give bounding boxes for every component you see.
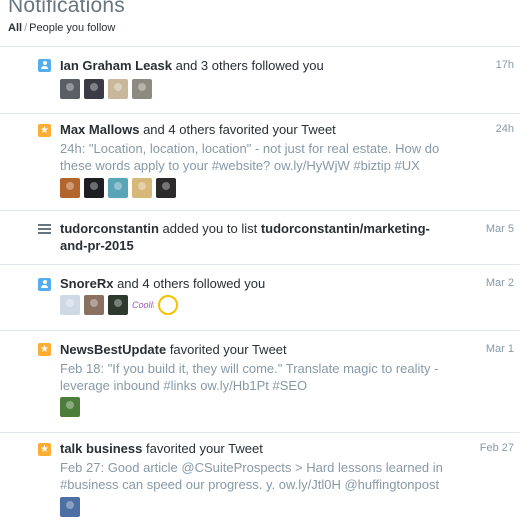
- notification-item[interactable]: ★ Max Mallows and 4 others favorited you…: [0, 113, 520, 211]
- notification-text-continued: and-pr-2015: [60, 238, 134, 253]
- notification-text: NewsBestUpdate favorited your Tweet: [60, 342, 287, 357]
- star-icon: ★: [38, 124, 51, 137]
- actor-name-link[interactable]: Max Mallows: [60, 122, 139, 137]
- list-icon: [38, 223, 51, 236]
- notification-action: favorited your Tweet: [166, 342, 287, 357]
- actor-name-link[interactable]: tudorconstantin: [60, 221, 159, 236]
- notification-action: and 4 others followed you: [113, 276, 266, 291]
- filter-people-you-follow-link[interactable]: People you follow: [29, 22, 115, 34]
- avatar-row: [60, 497, 84, 517]
- avatar[interactable]: [108, 178, 128, 198]
- avatar[interactable]: [158, 295, 178, 315]
- avatar[interactable]: [60, 79, 80, 99]
- page-title: Notifications: [8, 0, 125, 17]
- avatar-row: CoolIt: [60, 295, 182, 315]
- actor-name-link[interactable]: Ian Graham Leask: [60, 58, 172, 73]
- tweet-text[interactable]: 24h: "Location, location, location" - no…: [60, 140, 460, 174]
- notification-action: and 4 others favorited your Tweet: [139, 122, 336, 137]
- notification-action: favorited your Tweet: [142, 441, 263, 456]
- avatar[interactable]: [84, 295, 104, 315]
- avatar[interactable]: [156, 178, 176, 198]
- star-icon: ★: [38, 343, 51, 356]
- actor-name-link[interactable]: SnoreRx: [60, 276, 113, 291]
- avatar-row: [60, 79, 156, 99]
- actor-name-link[interactable]: NewsBestUpdate: [60, 342, 166, 357]
- notification-text: Ian Graham Leask and 3 others followed y…: [60, 58, 324, 73]
- timestamp[interactable]: Feb 27: [480, 442, 514, 454]
- notification-text: tudorconstantin added you to list tudorc…: [60, 221, 430, 236]
- notification-text: talk business favorited your Tweet: [60, 441, 263, 456]
- notification-filter: All / People you follow: [8, 22, 115, 34]
- page-header: Notifications All / People you follow: [0, 0, 520, 46]
- notification-item[interactable]: ★ talk business favorited your Tweet Feb…: [0, 432, 520, 523]
- avatar[interactable]: [60, 295, 80, 315]
- actor-name-link[interactable]: talk business: [60, 441, 142, 456]
- timestamp[interactable]: 24h: [496, 123, 514, 135]
- avatar-row: [60, 178, 180, 198]
- avatar[interactable]: [84, 178, 104, 198]
- avatar[interactable]: [84, 79, 104, 99]
- avatar[interactable]: [108, 295, 128, 315]
- filter-all-link[interactable]: All: [8, 22, 22, 34]
- avatar[interactable]: CoolIt: [132, 295, 154, 315]
- timestamp[interactable]: Mar 1: [486, 343, 514, 355]
- person-icon: [38, 59, 51, 72]
- avatar[interactable]: [132, 178, 152, 198]
- list-name-link[interactable]: and-pr-2015: [60, 238, 134, 253]
- notification-action: added you to list: [158, 221, 261, 236]
- notification-item[interactable]: SnoreRx and 4 others followed you Mar 2 …: [0, 264, 520, 331]
- filter-separator: /: [24, 22, 28, 34]
- notification-action: and 3 others followed you: [172, 58, 324, 73]
- star-icon: ★: [38, 443, 51, 456]
- timestamp[interactable]: 17h: [496, 59, 514, 71]
- avatar[interactable]: [132, 79, 152, 99]
- timestamp[interactable]: Mar 5: [486, 223, 514, 235]
- avatar[interactable]: [60, 397, 80, 417]
- avatar[interactable]: [60, 178, 80, 198]
- notification-item[interactable]: tudorconstantin added you to list tudorc…: [0, 210, 520, 265]
- list-name-link[interactable]: tudorconstantin/marketing-: [261, 221, 430, 236]
- tweet-text[interactable]: Feb 18: "If you build it, they will come…: [60, 360, 460, 394]
- avatar[interactable]: [60, 497, 80, 517]
- notification-text: SnoreRx and 4 others followed you: [60, 276, 265, 291]
- notification-item[interactable]: Ian Graham Leask and 3 others followed y…: [0, 46, 520, 114]
- notification-text: Max Mallows and 4 others favorited your …: [60, 122, 336, 137]
- avatar-row: [60, 397, 84, 417]
- tweet-text[interactable]: Feb 27: Good article @CSuiteProspects > …: [60, 459, 460, 493]
- timestamp[interactable]: Mar 2: [486, 277, 514, 289]
- avatar[interactable]: [108, 79, 128, 99]
- person-icon: [38, 278, 51, 291]
- notification-item[interactable]: ★ NewsBestUpdate favorited your Tweet Ma…: [0, 330, 520, 433]
